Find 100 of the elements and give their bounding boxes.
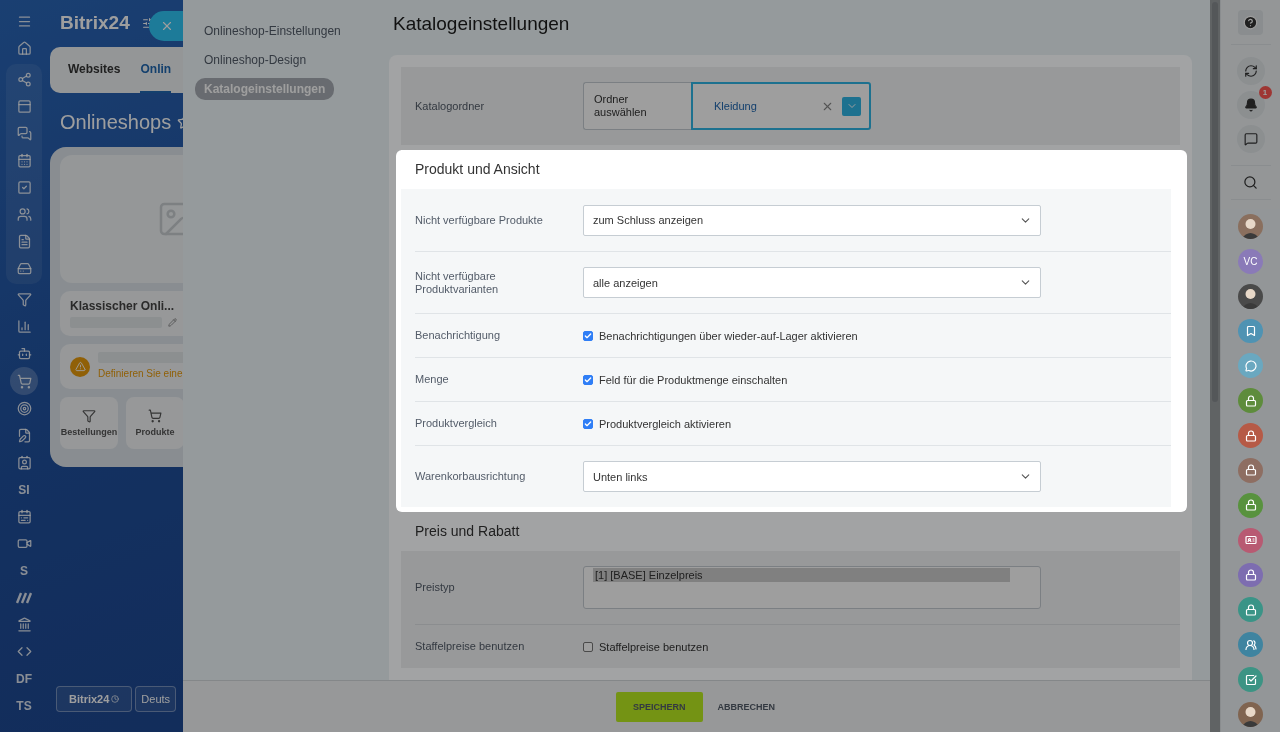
document-icon <box>16 234 32 249</box>
avatar[interactable] <box>1238 214 1263 239</box>
lock-icon <box>1244 464 1257 477</box>
cart-icon <box>16 373 32 389</box>
app-icon[interactable] <box>1238 423 1263 448</box>
warning-text: Definieren Sie eine <box>98 368 183 379</box>
notifications-button[interactable] <box>1236 91 1265 119</box>
section-title: Preis und Rabatt <box>414 522 521 541</box>
task-icon <box>1244 673 1257 686</box>
shop-tile[interactable]: Produkte <box>126 397 183 449</box>
lock-icon <box>1244 499 1257 512</box>
page-title: Onlineshops <box>60 110 172 134</box>
tab[interactable]: Websites <box>68 47 121 93</box>
field-label: Staffelpreise benutzen <box>415 640 526 653</box>
help-button[interactable] <box>1238 10 1263 35</box>
avatar[interactable] <box>1238 283 1263 309</box>
lock-icon <box>1244 429 1257 442</box>
filter-icon <box>82 409 96 423</box>
folder-field[interactable]: Kleidung <box>691 82 871 130</box>
avatar[interactable] <box>1238 702 1263 727</box>
robot-icon <box>16 346 32 361</box>
language-button[interactable]: Deuts <box>135 686 177 712</box>
app-icon[interactable] <box>1238 632 1263 658</box>
home-icon <box>16 41 32 56</box>
checkbox-icon <box>16 180 32 195</box>
app-icon[interactable] <box>1238 492 1263 518</box>
lock-icon <box>1244 603 1257 616</box>
shop-tile[interactable]: Bestellungen <box>60 397 118 449</box>
app-icon[interactable] <box>1238 597 1263 623</box>
checkbox-label[interactable]: Staffelpreise benutzen <box>583 640 709 653</box>
nav-item[interactable] <box>10 367 38 395</box>
bell-icon <box>1243 98 1258 112</box>
app-icon[interactable] <box>1238 527 1263 553</box>
users-icon <box>1244 638 1257 651</box>
nav-item[interactable]: S <box>10 557 38 584</box>
select-field[interactable]: Unten links <box>583 461 1041 492</box>
chat-icon <box>1243 132 1258 146</box>
bookmark-icon <box>1244 325 1257 337</box>
checkbox-label[interactable]: Benachrichtigungen über wieder-auf-Lager aktivieren <box>583 329 858 342</box>
select-field[interactable]: alle anzeigen <box>583 267 1041 298</box>
field-label: Produktvergleich <box>415 417 498 430</box>
menu-item[interactable]: Onlineshop-Einstellungen <box>195 20 350 42</box>
dropdown-button[interactable] <box>842 96 861 116</box>
menu-item[interactable]: Onlineshop-Design <box>195 49 316 71</box>
app-icon[interactable] <box>1238 388 1263 414</box>
folder-prompt[interactable]: Ordner auswählen <box>583 82 691 130</box>
drive-icon <box>16 261 32 276</box>
nav-item[interactable]: TS <box>10 692 38 719</box>
calendar-icon <box>16 153 32 168</box>
field-label: Katalogordner <box>415 99 486 113</box>
app-icon[interactable] <box>1238 353 1263 379</box>
contact-icon <box>16 455 32 470</box>
avatar[interactable]: VC <box>1238 248 1263 274</box>
select-field[interactable]: zum Schluss anzeigen <box>583 204 1041 236</box>
warning-icon <box>70 356 90 377</box>
nav-item[interactable]: SI <box>10 476 38 503</box>
logo-button[interactable]: Bitrix24 <box>56 686 133 712</box>
video-icon <box>16 536 32 551</box>
panel-title: Katalogeinstellungen <box>393 13 571 36</box>
field-label: Menge <box>415 373 450 386</box>
chat-icon <box>16 126 32 141</box>
checkbox[interactable] <box>583 330 593 341</box>
notification-badge: 1 <box>1258 86 1272 99</box>
tab[interactable]: Onlin <box>140 47 172 93</box>
close-button[interactable] <box>149 11 183 41</box>
listbox[interactable]: [1] [BASE] Einzelpreis <box>583 566 1041 609</box>
field-label: Benachrichtigung <box>415 329 501 342</box>
stripes-logo-icon <box>16 591 32 604</box>
code-icon <box>16 644 32 659</box>
lock-icon <box>1244 569 1257 581</box>
field-label: Warenkorbausrichtung <box>415 470 527 483</box>
filter-icon <box>16 292 32 307</box>
cancel-button[interactable]: ABBRECHEN <box>715 691 777 722</box>
help-icon <box>1243 15 1258 30</box>
refresh-icon <box>1243 64 1258 78</box>
checkbox[interactable] <box>583 418 593 429</box>
target-icon <box>16 401 32 416</box>
checkbox[interactable] <box>583 374 593 385</box>
save-button[interactable]: SPEICHERN <box>616 691 703 722</box>
list-option[interactable]: [1] [BASE] Einzelpreis <box>593 568 1010 582</box>
calendar-list-icon <box>16 509 32 524</box>
sync-button[interactable] <box>1236 57 1265 85</box>
checkbox-label[interactable]: Feld für die Produktmenge einschalten <box>583 373 788 386</box>
app-icon[interactable] <box>1238 667 1263 693</box>
field-label: Preistyp <box>415 581 456 594</box>
lock-icon <box>1244 394 1257 407</box>
contact-card-icon <box>1244 534 1257 547</box>
app-icon[interactable] <box>1238 458 1263 483</box>
app-icon[interactable] <box>1238 318 1263 344</box>
app-icon[interactable] <box>1238 562 1263 588</box>
field-label: Nicht verfügbare Produktvarianten <box>415 269 500 296</box>
search-icon[interactable] <box>1243 175 1258 190</box>
edit-icon <box>16 428 32 443</box>
field-label: Nicht verfügbare Produkte <box>415 213 544 227</box>
chat-icon <box>1244 359 1257 372</box>
nav-item[interactable]: DF <box>10 665 38 692</box>
checkbox-label[interactable]: Produktvergleich aktivieren <box>583 417 732 430</box>
messages-button[interactable] <box>1236 125 1265 153</box>
checkbox[interactable] <box>583 641 593 652</box>
shop-name: Klassischer Onli... <box>70 299 176 313</box>
